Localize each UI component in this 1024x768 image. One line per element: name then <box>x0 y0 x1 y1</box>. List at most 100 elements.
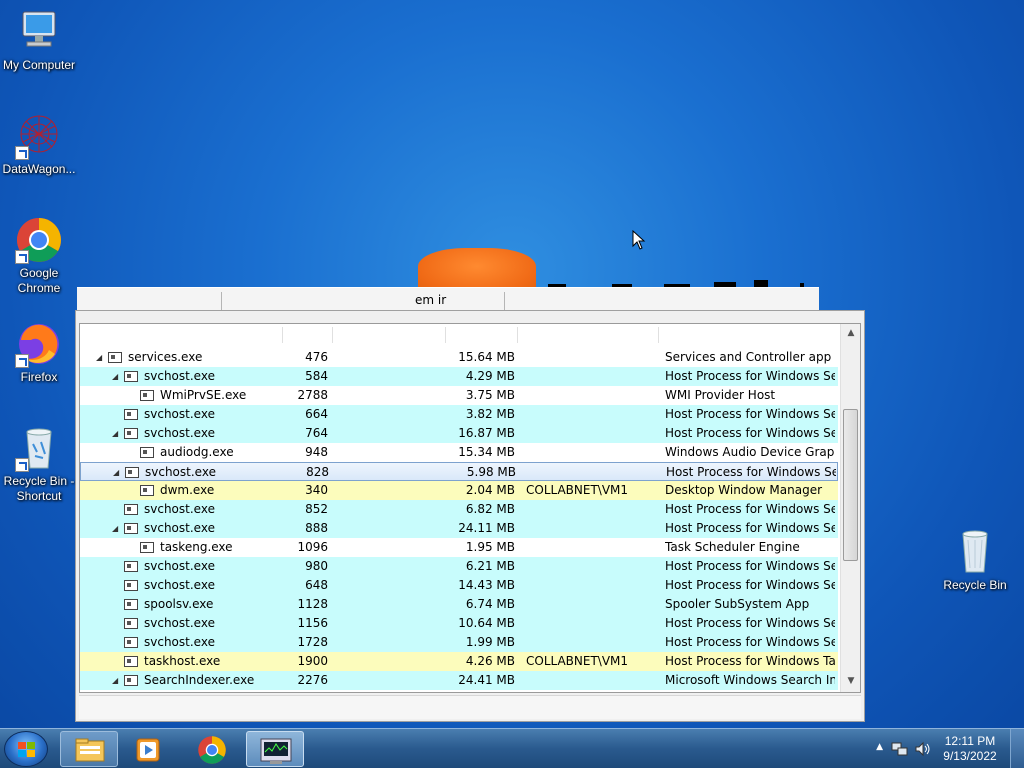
taskbar-chrome-button[interactable] <box>183 731 241 767</box>
clock[interactable]: 12:11 PM 9/13/2022 <box>940 734 1000 764</box>
desktop-icon-google-chrome[interactable]: Google Chrome <box>0 216 78 296</box>
explorer-icon <box>75 738 105 762</box>
desktop-icon-my-computer[interactable]: My Computer <box>0 8 78 73</box>
expand-collapse-icon[interactable]: ◢ <box>112 367 122 386</box>
process-name: services.exe <box>128 350 203 364</box>
process-pid: 1156 <box>297 616 328 630</box>
clock-time: 12:11 PM <box>944 734 996 748</box>
process-row[interactable]: ◢ svchost.exe 888 24.11 MB Host Process for … <box>80 519 838 538</box>
process-row[interactable]: taskeng.exe 1096 1.95 MB Task Scheduler Eng… <box>80 538 838 557</box>
expand-collapse-icon[interactable]: ◢ <box>112 519 122 538</box>
process-description: Host Process for Windows Ser... <box>665 559 835 573</box>
process-row[interactable]: WmiPrvSE.exe 2788 3.75 MB WMI Provider Host <box>80 386 838 405</box>
process-name: svchost.exe <box>144 616 215 630</box>
process-row[interactable]: svchost.exe 648 14.43 MB Host Process for W… <box>80 576 838 595</box>
process-row[interactable]: ◢ SearchIndexer.exe 2276 24.41 MB Microsoft … <box>80 671 838 690</box>
process-row[interactable]: audiodg.exe 948 15.34 MB Windows Audio Devi… <box>80 443 838 462</box>
process-memory: 24.41 MB <box>458 673 515 687</box>
process-pid: 828 <box>306 465 329 479</box>
column-header-fragment: em ir <box>415 293 447 307</box>
process-pid: 664 <box>305 407 328 421</box>
expand-collapse-icon[interactable]: ◢ <box>113 463 123 482</box>
process-memory: 4.29 MB <box>465 369 515 383</box>
process-icon <box>140 485 154 496</box>
process-description: Host Process for Windows Ser... <box>665 502 835 516</box>
process-pid: 852 <box>305 502 328 516</box>
process-row[interactable]: ◢ svchost.exe 828 5.98 MB Host Process for W… <box>80 462 838 481</box>
process-memory: 14.43 MB <box>458 578 515 592</box>
taskbar: ▲ 12:11 PM 9/13/2022 <box>0 728 1024 768</box>
desktop-icon-datawagon[interactable]: DataWagon... <box>0 112 78 177</box>
process-memory: 5.98 MB <box>466 465 516 479</box>
process-memory: 1.95 MB <box>465 540 515 554</box>
process-pid: 1128 <box>297 597 328 611</box>
desktop-icon-label: Google Chrome <box>17 266 61 295</box>
volume-icon[interactable] <box>914 741 932 757</box>
process-name: taskeng.exe <box>160 540 233 554</box>
scrollbar-thumb[interactable] <box>843 409 858 561</box>
process-row[interactable]: svchost.exe 980 6.21 MB Host Process for Wi… <box>80 557 838 576</box>
process-description: Host Process for Windows Ser... <box>665 635 835 649</box>
horizontal-scrollbar[interactable] <box>79 695 861 719</box>
expand-collapse-icon[interactable]: ◢ <box>112 671 122 690</box>
process-row[interactable]: taskhost.exe 1900 4.26 MB COLLABNET\VM1 Host… <box>80 652 838 671</box>
process-name: spoolsv.exe <box>144 597 214 611</box>
process-row[interactable]: ◢ services.exe 476 15.64 MB Services and Con… <box>80 348 838 367</box>
process-icon <box>124 599 138 610</box>
scroll-down-icon[interactable]: ▼ <box>845 676 857 688</box>
network-icon[interactable] <box>891 741 909 757</box>
process-row[interactable]: spoolsv.exe 1128 6.74 MB Spooler SubSystem … <box>80 595 838 614</box>
scroll-up-icon[interactable]: ▲ <box>845 328 857 340</box>
process-description: Host Process for Windows Ser... <box>665 578 835 592</box>
taskbar-media-player-button[interactable] <box>120 731 178 767</box>
process-row[interactable]: svchost.exe 852 6.82 MB Host Process for Wi… <box>80 500 838 519</box>
desktop-icon-firefox[interactable]: Firefox <box>0 320 78 385</box>
start-button[interactable] <box>4 731 48 767</box>
process-memory: 6.21 MB <box>465 559 515 573</box>
process-name: WmiPrvSE.exe <box>160 388 247 402</box>
process-name: dwm.exe <box>160 483 215 497</box>
process-memory: 2.04 MB <box>465 483 515 497</box>
process-row[interactable]: svchost.exe 664 3.82 MB Host Process for Wi… <box>80 405 838 424</box>
process-row[interactable]: dwm.exe 340 2.04 MB COLLABNET\VM1 Desktop Wi… <box>80 481 838 500</box>
process-icon <box>124 675 138 686</box>
mouse-cursor-icon <box>632 230 646 250</box>
vertical-scrollbar[interactable]: ▲ ▼ <box>840 324 860 692</box>
process-row[interactable]: ◢ svchost.exe 584 4.29 MB Host Process for W… <box>80 367 838 386</box>
process-memory: 1.99 MB <box>465 635 515 649</box>
taskbar-task-manager-button[interactable] <box>246 731 304 767</box>
process-description: Host Process for Windows Ser... <box>665 426 835 440</box>
process-icon <box>124 561 138 572</box>
expand-collapse-icon[interactable]: ◢ <box>96 348 106 367</box>
process-icon <box>140 390 154 401</box>
taskbar-explorer-button[interactable] <box>60 731 118 767</box>
process-icon <box>124 428 138 439</box>
process-list[interactable]: ◢ services.exe 476 15.64 MB Services and Con… <box>79 323 861 693</box>
process-name: svchost.exe <box>144 426 215 440</box>
process-row[interactable]: svchost.exe 1156 10.64 MB Host Process for … <box>80 614 838 633</box>
task-manager-icon <box>260 738 292 764</box>
process-row[interactable]: ◢ svchost.exe 764 16.87 MB Host Process for … <box>80 424 838 443</box>
process-memory: 15.64 MB <box>458 350 515 364</box>
process-pid: 948 <box>305 445 328 459</box>
process-description: Services and Controller app <box>665 350 832 364</box>
shortcut-arrow-icon <box>15 250 29 264</box>
expand-collapse-icon[interactable]: ◢ <box>112 424 122 443</box>
media-player-icon <box>136 738 160 762</box>
desktop-icon-label: Firefox <box>20 370 58 384</box>
show-desktop-button[interactable] <box>1010 729 1024 768</box>
show-hidden-icons-icon[interactable]: ▲ <box>876 742 883 752</box>
shortcut-arrow-icon <box>15 354 29 368</box>
desktop-icon-recycle-bin[interactable]: Recycle Bin <box>936 528 1014 593</box>
desktop-icon-recycle-bin-shortcut[interactable]: Recycle Bin - Shortcut <box>0 424 78 504</box>
process-memory: 4.26 MB <box>465 654 515 668</box>
process-user: COLLABNET\VM1 <box>526 483 629 497</box>
desktop-icon-label: My Computer <box>2 58 76 72</box>
process-icon <box>124 637 138 648</box>
process-row[interactable]: svchost.exe 1728 1.99 MB Host Process for W… <box>80 633 838 652</box>
process-name: audiodg.exe <box>160 445 234 459</box>
process-icon <box>124 504 138 515</box>
recycle-bin-icon <box>15 424 63 472</box>
process-description: Windows Audio Device Graph... <box>665 445 835 459</box>
process-description: Host Process for Windows Ser... <box>665 521 835 535</box>
